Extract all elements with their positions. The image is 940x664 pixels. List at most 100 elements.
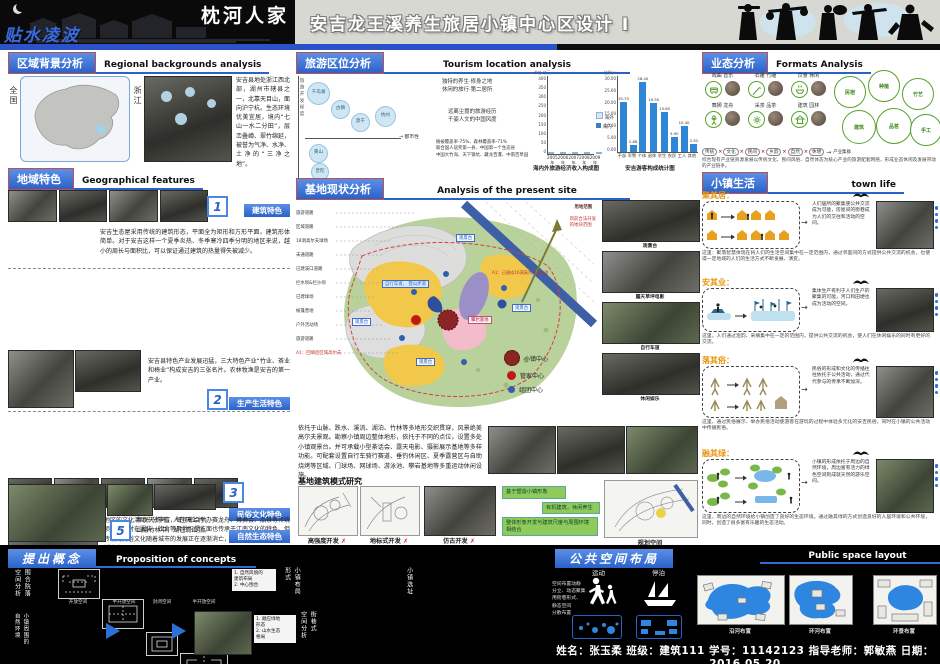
site-label: 18洞高尔夫球场	[296, 238, 328, 244]
concepts-row2-right-label: 街巷式 空间分析	[298, 611, 317, 659]
credits-line: 姓名：张玉柔 班级：建筑111 学号：11142123 指导老师：郭敏燕 日期：…	[555, 643, 935, 664]
townlife-photo	[876, 459, 934, 513]
site-label: 拦水坝&拦沙坝	[296, 280, 326, 286]
concept-sketch-label: 封闭空间	[144, 599, 180, 605]
site-label: 未通道路	[296, 252, 314, 258]
pavilion-icon	[791, 111, 808, 128]
site-context-photo	[557, 426, 625, 474]
site-photo-caption: 观景台	[602, 242, 698, 249]
right-column: 业态分析 Formats Analysis 戏曲 音乐 石雕 竹雕 饮食 休闲	[702, 52, 938, 543]
region-description: 安吉县地处浙江西北部，湖州市辖县之一，北靠天目山，面向沪宁杭。生态环境优美宜居，…	[236, 76, 290, 166]
concepts-row1-side-label: 围合院落 空间分析	[12, 569, 31, 611]
photo-circle	[725, 81, 740, 96]
scatter-point: 千岛湖	[307, 82, 330, 105]
site-label: 区域道路	[296, 224, 314, 230]
site-label: 帐篷营地	[296, 308, 314, 314]
icon-label-sport: 运动	[592, 567, 605, 577]
formats-icon-grid: 戏曲 音乐 石雕 竹雕 饮食 休闲	[702, 72, 830, 128]
tourism-section-title: 旅游区位分析	[296, 52, 384, 74]
formats-description: 综合现有产业链资源发展以传统文化、民间风俗、自然体态为核心产业的旅游配套网络，形…	[702, 158, 936, 170]
dwell-diagram	[702, 201, 800, 249]
label-national: 全国	[8, 86, 19, 106]
feature-text: 安吉生态屋采用传统的建筑形态，平面全为矩形和方形平面，建筑形体简单。对于安吉这样…	[100, 228, 290, 256]
chisel-icon	[748, 81, 765, 98]
pattern-photo-antique	[424, 486, 496, 536]
bottom-band: 提出概念 Proposition of concepts 围合院落 空间分析 开…	[0, 545, 940, 664]
site-section-title: 基地现状分析	[296, 178, 384, 200]
tourism-section-title-en: Tourism location analysis	[384, 60, 630, 74]
format-cell-food: 饮食 休闲	[788, 72, 829, 98]
publicspace-side-note: 空间布置动静 分立、动态聚集 用街巷形式、 静态空间 分散布置	[552, 581, 586, 617]
photo-circle	[768, 111, 783, 126]
townlife-side-text: 人们居所的聚集使公共交流成为可能，房屋间的街巷成为人们的交往和活动的空间。	[812, 202, 872, 228]
pattern-notes: 基于塑造小镇形象 有机建筑，休闲养生 整体形象开发与建筑尺度与周围环境相结合	[502, 486, 598, 536]
concepts-row1-right-label: 小镇布局 形式	[282, 567, 301, 613]
pattern-note: 有机建筑，休闲养生	[542, 502, 600, 515]
mooring-space-diagram	[636, 615, 682, 639]
photo-circle	[811, 81, 826, 96]
features-section-title: 地域特色	[8, 168, 74, 190]
cluster-bubble: 种植	[868, 70, 900, 102]
viewpoint-label: 观景台	[456, 234, 475, 242]
satellite-photo	[144, 76, 232, 162]
concepts-section-title-en: Proposition of concepts	[96, 555, 256, 568]
concepts-section-title: 提出概念	[8, 549, 96, 568]
label-province: 浙江	[132, 86, 143, 106]
design-poster: 枕河人家 贴水凌波 安吉龙王溪养生旅居小镇中心区设计 I 区域背景分析 Regi…	[0, 0, 940, 664]
site-photo-caption: 露天草坪电影	[602, 293, 698, 300]
pattern-option: 高强度开发 ✗	[298, 536, 356, 545]
bird-icon	[852, 190, 870, 199]
photo-circle	[811, 111, 826, 126]
concepts-row1-note: 1. 自然风貌的 建筑布局 2. 中心围合	[232, 569, 276, 591]
format-cell-opera-music: 戏曲 音乐	[702, 72, 743, 98]
feature-label: 自然生态特色	[229, 530, 290, 543]
townlife-caption: 这里，周边的自然环境给小镇创造了良好的生态环境。通过融其绿的方式创造良好的人居环…	[702, 515, 930, 527]
zhejiang-highlight	[97, 125, 106, 134]
climbing-base-label: 攀岩基地	[468, 316, 492, 324]
concept-sketch-label: 半开放空间	[180, 599, 228, 605]
bird-icon	[852, 355, 870, 364]
folk-figures-silhouette	[728, 0, 938, 44]
bird-icon	[852, 277, 870, 286]
site-label: 旅游道路	[296, 210, 314, 216]
cluster-bubble: 建筑	[842, 110, 876, 144]
header-underline-blue	[0, 44, 557, 50]
panel-caption: 环景布置	[873, 627, 935, 635]
industry-cluster: 民宿 种植 竹艺 建筑 品茗 手工	[834, 70, 938, 146]
site-selection-label: 小镇选址	[404, 567, 414, 607]
concept-sketch	[58, 569, 100, 599]
bowl-icon	[791, 81, 808, 98]
feature-number: 2	[207, 389, 228, 410]
feature-number: 5	[110, 520, 131, 541]
site-legend: 小镇中心 管家中心 组团中心	[504, 350, 548, 399]
scatter-point: 古镇	[331, 100, 350, 119]
brand-subtitle: 贴水凌波	[4, 21, 80, 44]
photo-circle	[768, 81, 783, 96]
icon-label-mooring: 停泊	[652, 567, 665, 577]
region-section-title-en: Regional backgrounds analysis	[96, 60, 269, 74]
site-plan-map: 旅游道路 区域道路 18洞高尔夫球场 未通道路 已建溪口道路 拦水坝&拦沙坝 已…	[296, 200, 598, 420]
format-cell-garden: 建筑 园林	[788, 102, 829, 128]
pattern-option: 地标式开发 ✗	[360, 536, 418, 545]
scatter-y-label: 旅游开发程度	[298, 78, 304, 118]
poster-title: 安吉龙王溪养生旅居小镇中心区设计 I	[310, 10, 730, 35]
flow-arrow-icon	[106, 623, 120, 639]
drum-icon	[705, 81, 722, 98]
site-label-a1: A1：回填后区域高尔夫	[296, 350, 341, 356]
townlife-side-text: 民俗的形成和文化的传播往往依托于公共活动，通过代代参与的传承不断加深。	[812, 367, 872, 386]
townlife-dwell: 聚其居： → 人们居所的聚集使公共交流成为可能，房屋间的街巷成为人们的交往和活动…	[702, 190, 938, 275]
viewpoint-label: 观景台	[512, 304, 531, 312]
feature-label: 生产生活特色	[229, 397, 290, 410]
flow-arrow-icon	[172, 623, 186, 639]
feature-number: 1	[207, 196, 228, 217]
cluster-bubble: 民宿	[834, 76, 866, 108]
site-section-title-en: Analysis of the present site	[384, 186, 630, 200]
bird-icon	[852, 448, 870, 457]
format-cell-lion-dragonboat: 舞狮 龙舟	[702, 102, 743, 128]
site-description: 依托于山脉、跌水、溪流、湖泊、竹林等多地形交织贯穿，风景绝美高尔夫景观。勘察小镇…	[298, 424, 482, 481]
format-cell-carving: 石雕 竹雕	[745, 72, 786, 98]
cluster-bubble: 竹艺	[902, 78, 934, 110]
concept-photo	[194, 611, 252, 655]
townlife-side-text: 集体生产有利于人们生产的聚集的可能，河口和田埂也成为活动的空间。	[812, 289, 872, 308]
tourism-note-1: 独特的养生·修身之地 休闲的旅行·第二居所	[442, 78, 534, 94]
